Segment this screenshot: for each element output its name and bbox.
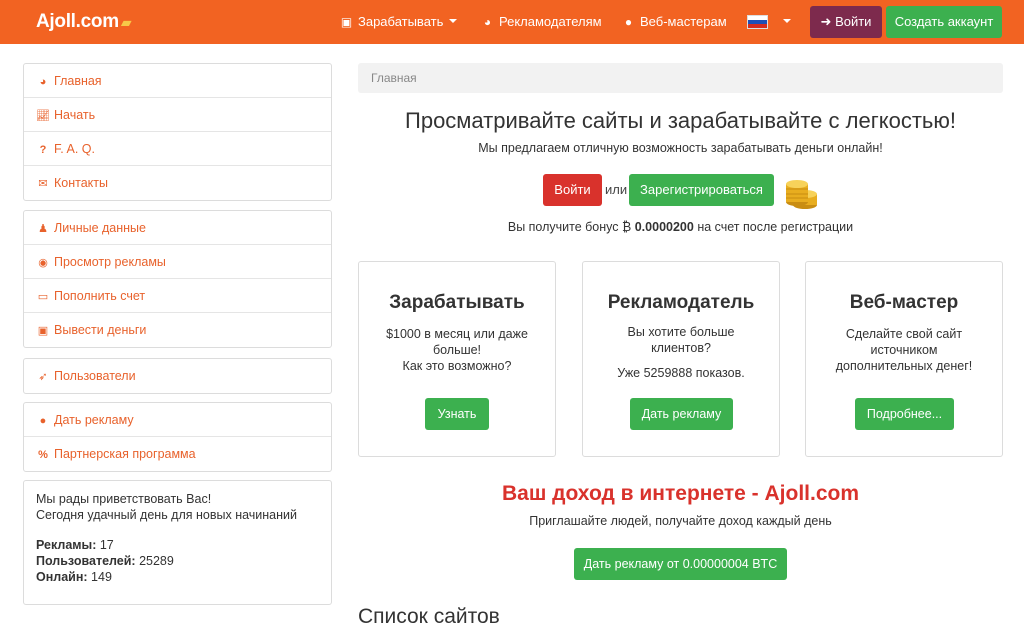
hero-login-button[interactable]: Войти xyxy=(543,174,602,206)
percent-icon: % xyxy=(38,449,48,461)
question-icon: ? xyxy=(39,144,47,156)
sidebar-users-menu: ➶ Пользователи xyxy=(23,358,332,394)
card-webmaster: Веб-мастер Сделайте свой сайт источником… xyxy=(805,261,1003,457)
money-icon: ▣ xyxy=(340,15,353,29)
more-button[interactable]: Подробнее... xyxy=(855,398,954,430)
card-advertiser: Рекламодатель Вы хотите больше клиентов?… xyxy=(582,261,780,457)
income-title: Ваш доход в интернете - Ajoll.com xyxy=(501,482,860,505)
learn-button[interactable]: Узнать xyxy=(425,398,489,430)
nav-advertisers[interactable]: ◕ Рекламодателям xyxy=(481,14,602,29)
hero-title: Просматривайте сайты и зарабатывайте с л… xyxy=(405,108,956,133)
sidebar-item-contacts[interactable]: ✉ Контакты xyxy=(24,166,331,200)
globe-icon: ● xyxy=(39,415,47,427)
sidebar-item-start[interactable]: 📈︎ Начать xyxy=(24,98,331,132)
user-icon: ♟ xyxy=(38,223,48,235)
sidebar-item-personal-data[interactable]: ♟ Личные данные xyxy=(24,211,331,245)
breadcrumb: Главная xyxy=(358,63,1003,93)
advertise-from-button[interactable]: Дать рекламу от 0.00000004 BTC xyxy=(574,548,787,580)
sidebar-item-home[interactable]: ◕ Главная xyxy=(24,64,331,98)
login-button[interactable]: ➜ Войти xyxy=(810,6,882,38)
card-text-2: Как это возможно? xyxy=(402,359,512,373)
hero-subtitle: Мы предлагаем отличную возможность зараб… xyxy=(478,141,883,155)
sidebar-account-menu: ♟ Личные данные ◉ Просмотр рекламы ▭ Пополн… xyxy=(23,210,332,348)
card-title: Веб-мастер xyxy=(849,292,959,313)
dashboard-icon: ◕ xyxy=(483,15,492,29)
brand-logo[interactable]: Ajoll.com ▰ xyxy=(36,11,132,33)
welcome-line-1: Мы рады приветствовать Вас! xyxy=(36,492,212,506)
stat-online: Онлайн: 149 xyxy=(36,570,112,584)
top-navbar: Ajoll.com ▰ ▣ Зарабатывать ◕ Рекламодателям… xyxy=(0,0,1024,44)
give-ad-button[interactable]: Дать рекламу xyxy=(630,398,733,430)
card-text: $1000 в месяц или даже больше! xyxy=(386,327,528,357)
sidebar-item-view-ads[interactable]: ◉ Просмотр рекламы xyxy=(24,245,331,279)
sidebar-item-faq[interactable]: ? F. A. Q. xyxy=(24,132,331,166)
globe-icon: ● xyxy=(624,15,633,29)
rocket-icon: ➶ xyxy=(38,371,48,383)
sidebar-item-give-ad[interactable]: ● Дать рекламу xyxy=(24,403,331,437)
dashboard-icon: ◕ xyxy=(39,76,47,88)
coins-icon: ▰ xyxy=(120,14,132,30)
sidebar-main-menu: ◕ Главная 📈︎ Начать ? F. A. Q. ✉ Контакты xyxy=(23,63,332,201)
card-title: Рекламодатель xyxy=(607,292,755,313)
nav-earn-dropdown[interactable]: ▣ Зарабатывать xyxy=(340,14,458,29)
gold-coins-icon xyxy=(786,180,817,209)
income-subtitle: Приглашайте людей, получайте доход кажды… xyxy=(529,514,832,528)
hero-register-button[interactable]: Зарегистрироваться xyxy=(629,174,774,206)
credit-card-icon: ▭ xyxy=(37,291,49,303)
money-icon: ▣ xyxy=(37,325,49,337)
card-earn: Зарабатывать $1000 в месяц или даже боль… xyxy=(358,261,556,457)
sidebar-item-affiliate[interactable]: % Партнерская программа xyxy=(24,437,331,471)
welcome-line-2: Сегодня удачный день для новых начинаний xyxy=(36,508,298,522)
sign-in-icon: ➜ xyxy=(820,14,832,29)
card-text: Вы хотите больше клиентов? xyxy=(627,325,735,355)
card-title: Зарабатывать xyxy=(389,292,525,313)
sidebar-ads-menu: ● Дать рекламу % Партнерская программа xyxy=(23,402,332,472)
nav-webmasters[interactable]: ● Веб-мастерам xyxy=(622,14,727,29)
card-text-2: Уже 5259888 показов. xyxy=(617,366,745,380)
card-text: Сделайте свой сайт источником дополнител… xyxy=(835,327,973,373)
or-label: или xyxy=(605,182,628,197)
bonus-text: Вы получите бонус ₿ 0.0000200 на счет по… xyxy=(507,220,854,234)
stat-ads: Рекламы: 17 xyxy=(36,538,114,552)
stat-users: Пользователей: 25289 xyxy=(36,554,174,568)
russian-flag-icon[interactable] xyxy=(747,15,768,29)
sidebar-item-users[interactable]: ➶ Пользователи xyxy=(24,359,331,393)
language-chevron-down-icon[interactable] xyxy=(783,19,791,23)
chart-icon: 📈︎ xyxy=(36,110,50,122)
sidebar-item-deposit[interactable]: ▭ Пополнить счет xyxy=(24,279,331,313)
sites-list-title: Список сайтов xyxy=(358,605,500,628)
sidebar-item-withdraw[interactable]: ▣ Вывести деньги xyxy=(24,313,331,347)
chevron-down-icon xyxy=(449,19,458,23)
eye-icon: ◉ xyxy=(38,257,48,269)
envelope-icon: ✉ xyxy=(38,178,48,190)
welcome-panel: Мы рады приветствовать Вас! Сегодня удач… xyxy=(23,480,332,605)
create-account-button[interactable]: Создать аккаунт xyxy=(886,6,1002,38)
bonus-amount: 0.0000200 xyxy=(634,220,694,234)
